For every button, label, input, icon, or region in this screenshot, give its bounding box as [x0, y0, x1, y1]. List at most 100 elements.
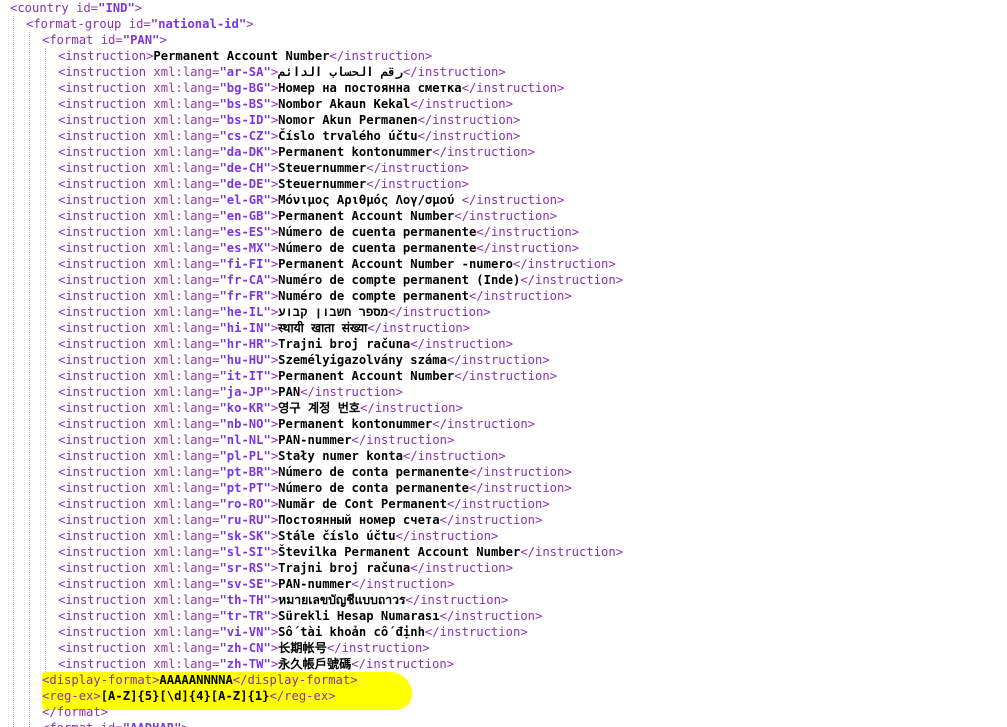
instruction-close-tag-name: instruction — [432, 113, 513, 127]
instruction-tag-name: instruction — [65, 641, 147, 655]
attr-quote: " — [219, 417, 227, 431]
instruction-attr-value: fi-FI — [226, 257, 264, 271]
attr-quote: " — [263, 177, 271, 191]
xml-line-instruction-tr-tr: <instruction xml:lang="tr-TR">Sürekli He… — [58, 608, 542, 624]
xml-line-instruction-nb-no: <instruction xml:lang="nb-NO">Permanent … — [58, 416, 535, 432]
attr-quote: " — [263, 193, 271, 207]
instruction-close-tag-name: instruction — [454, 609, 536, 623]
instruction-tag-name: instruction — [65, 545, 147, 559]
instruction-attr-name: xml:lang — [153, 417, 213, 431]
attr-quote: " — [263, 161, 271, 175]
instruction-attr-value: zh-CN — [226, 641, 264, 655]
tag-open-bracket: </ — [424, 625, 440, 639]
instruction-attr-value: ja-JP — [226, 385, 264, 399]
instruction-attr-value: ar-SA — [226, 65, 264, 79]
instruction-tag-name: instruction — [65, 577, 147, 591]
instruction-close-tag-name: instruction — [439, 625, 521, 639]
tag-close-bracket: > — [446, 433, 455, 447]
xml-line-instruction-el-gr: <instruction xml:lang="el-GR">Μόνιμος Αρ… — [58, 192, 564, 208]
attr-quote: " — [219, 353, 227, 367]
attr-quote: " — [219, 593, 227, 607]
instruction-text: رقم الحساب الدائم — [278, 65, 403, 79]
tag-close-bracket: > — [564, 481, 572, 495]
tag-open-bracket: </ — [405, 593, 421, 607]
country-attr-name: id — [76, 1, 91, 15]
tag-close-bracket: > — [513, 129, 521, 143]
tag-close-bracket: > — [181, 721, 188, 727]
xml-line-instruction-zh-cn: <instruction xml:lang="zh-CN">长期帐号</inst… — [58, 640, 430, 656]
attr-quote: " — [263, 257, 271, 271]
xml-line-instruction-ja-jp: <instruction xml:lang="ja-JP">PAN</instr… — [58, 384, 403, 400]
attr-quote: " — [219, 225, 227, 239]
instruction-tag-name: instruction — [65, 529, 147, 543]
format-next-attr-name: id — [101, 721, 116, 727]
instruction-text: Μόνιμος Αριθμός Λογ/σμού — [278, 193, 462, 207]
country-tag-name: country — [17, 1, 69, 15]
attr-quote: " — [263, 513, 271, 527]
display-format-tag-name: display-format — [49, 673, 153, 687]
instruction-text: Permanent Account Number — [278, 209, 455, 223]
instruction-attr-value: hr-HR — [226, 337, 264, 351]
tag-open-bracket: </ — [512, 257, 528, 271]
tag-close-bracket: > — [490, 529, 499, 543]
attr-quote: " — [219, 657, 227, 671]
instruction-text: Stały numer konta — [278, 449, 403, 463]
instruction-attr-value: fr-FR — [226, 289, 264, 303]
attr-quote: " — [219, 497, 227, 511]
instruction-text: Permanent Account Number — [153, 49, 330, 63]
attr-quote: " — [123, 721, 130, 727]
instruction-text: Steuernummer — [278, 177, 367, 191]
tag-close-bracket: > — [564, 289, 572, 303]
attr-quote: " — [263, 145, 271, 159]
instruction-close-tag-name: instruction — [365, 657, 447, 671]
instruction-close-tag-name: instruction — [483, 289, 565, 303]
tag-close-bracket: > — [505, 561, 513, 575]
attr-quote: " — [219, 609, 227, 623]
instruction-tag-name: instruction — [65, 81, 147, 95]
instruction-attr-value: es-ES — [226, 225, 264, 239]
instruction-close-tag-name: instruction — [490, 241, 572, 255]
instruction-attr-name: xml:lang — [153, 657, 213, 671]
instruction-text: Permanent kontonummer — [278, 145, 433, 159]
instruction-close-tag-name: instruction — [410, 529, 491, 543]
instruction-text: Permanent Account Number -numero — [278, 257, 513, 271]
instruction-attr-value: th-TH — [226, 593, 264, 607]
instruction-attr-name: xml:lang — [153, 513, 213, 527]
attr-equals: = — [90, 1, 99, 15]
xml-line-instruction-sk-sk: <instruction xml:lang="sk-SK">Stále čísl… — [58, 528, 498, 544]
tag-close-bracket: > — [549, 369, 558, 383]
instruction-attr-value: bg-BG — [226, 81, 264, 95]
instruction-attr-name: xml:lang — [153, 241, 213, 255]
instruction-attr-name: xml:lang — [153, 433, 213, 447]
xml-line-instruction-th-th: <instruction xml:lang="th-TH">หมายเลขบัญ… — [58, 592, 508, 608]
instruction-close-tag-name: instruction — [461, 497, 543, 511]
attr-quote: " — [219, 369, 227, 383]
instruction-attr-name: xml:lang — [153, 529, 213, 543]
instruction-tag-name: instruction — [65, 385, 147, 399]
attr-quote: " — [263, 433, 271, 447]
instruction-tag-name: instruction — [65, 417, 147, 431]
attr-quote: " — [263, 273, 271, 287]
tag-open-bracket: </ — [468, 481, 484, 495]
instruction-close-tag-name: instruction — [483, 465, 565, 479]
tag-close-bracket: > — [505, 97, 513, 111]
instruction-tag-name: instruction — [65, 609, 147, 623]
attr-quote: " — [219, 257, 227, 271]
tag-close-bracket: > — [455, 401, 463, 415]
instruction-attr-name: xml:lang — [153, 225, 213, 239]
tag-close-bracket: > — [350, 673, 358, 687]
instruction-attr-value: bs-BS — [226, 97, 264, 111]
indent-guide-1 — [13, 16, 14, 727]
instruction-close-tag-name: instruction — [314, 385, 396, 399]
instruction-tag-name: instruction — [65, 145, 147, 159]
xml-line-instruction-ru-ru: <instruction xml:lang="ru-RU">Постоянный… — [58, 512, 542, 528]
tag-close-bracket: > — [535, 513, 543, 527]
tag-open-bracket: </ — [432, 417, 447, 431]
attr-quote: " — [263, 577, 271, 591]
instruction-text: หมายเลขบัญชีแบบถาวร — [278, 593, 406, 607]
instruction-attr-name: xml:lang — [153, 593, 213, 607]
instruction-tag-name: instruction — [65, 481, 147, 495]
xml-line-instruction-pt-br: <instruction xml:lang="pt-BR">Número de … — [58, 464, 572, 480]
tag-open-bracket: </ — [454, 209, 469, 223]
attr-quote: " — [219, 513, 227, 527]
